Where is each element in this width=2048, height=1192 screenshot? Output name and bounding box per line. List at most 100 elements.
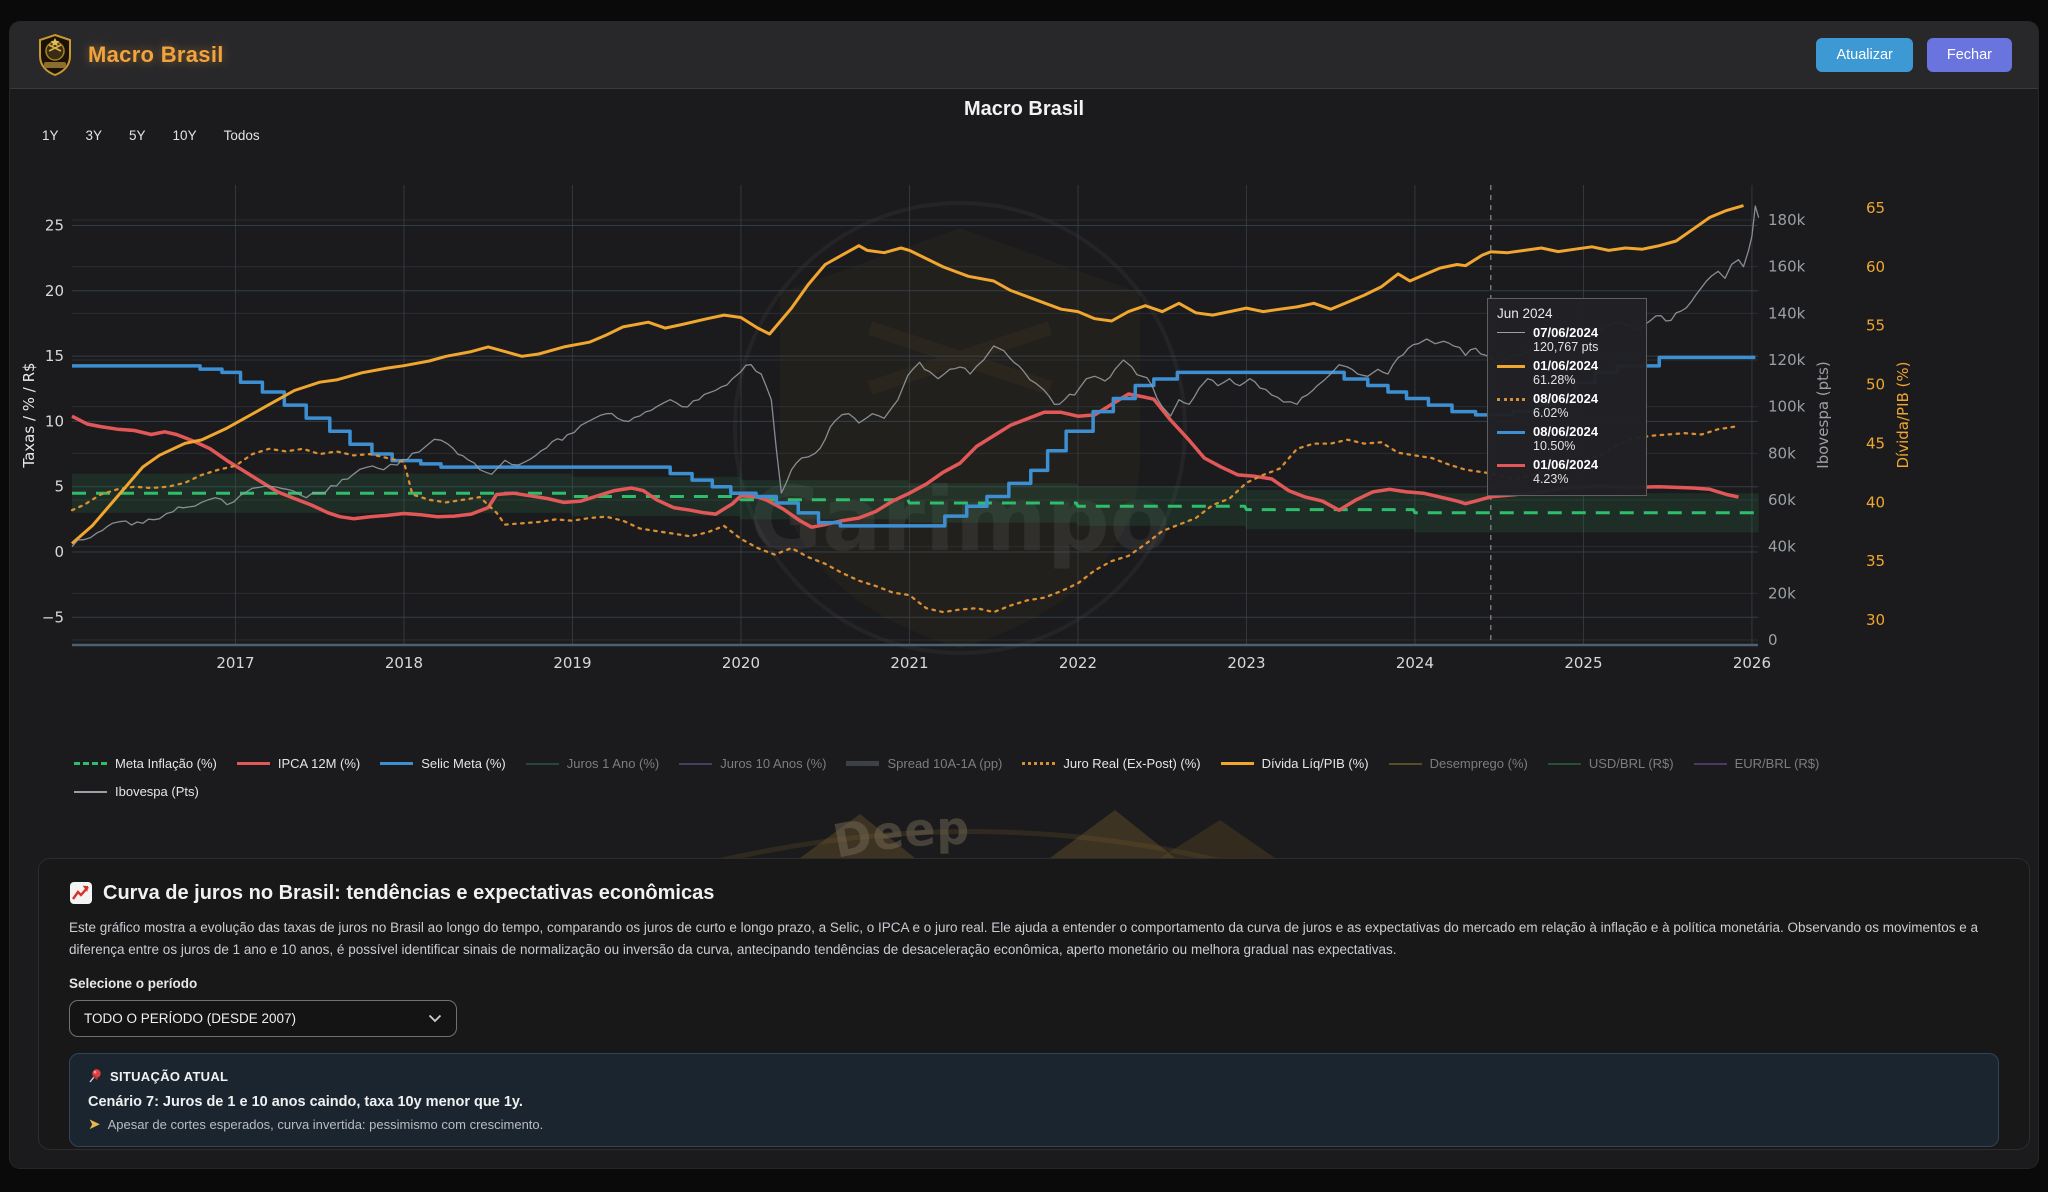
legend-item[interactable]: Juros 1 Ano (%) (526, 756, 660, 771)
legend-swatch-icon (679, 763, 712, 765)
info-panel: Curva de juros no Brasil: tendências e e… (38, 858, 2030, 1150)
situation-heading: SITUAÇÃO ATUAL (110, 1069, 228, 1084)
tooltip-swatch-icon (1497, 398, 1525, 401)
legend-item[interactable]: Selic Meta (%) (380, 756, 506, 771)
legend-item[interactable]: Dívida Líq/PIB (%) (1221, 756, 1369, 771)
situation-scenario: Cenário 7: Juros de 1 e 10 anos caindo, … (88, 1094, 1980, 1110)
left-axis-tick: 20 (45, 282, 64, 300)
legend-swatch-icon (1022, 762, 1055, 765)
page: Macro Brasil Atualizar Fechar GarimpoDee… (0, 0, 2048, 1192)
range-button-3y[interactable]: 3Y (86, 128, 103, 143)
range-button-1y[interactable]: 1Y (42, 128, 59, 143)
legend-label: Juros 1 Ano (%) (567, 756, 660, 771)
divida-axis-tick: 55 (1866, 317, 1885, 335)
pointing-hand-icon: ➤ (88, 1117, 101, 1132)
tooltip-swatch-icon (1497, 464, 1525, 467)
legend-label: Ibovespa (Pts) (115, 784, 199, 799)
legend-label: Spread 10A-1A (pp) (887, 756, 1002, 771)
situation-heading-row: SITUAÇÃO ATUAL (88, 1068, 1980, 1084)
legend-item[interactable]: Desemprego (%) (1389, 756, 1528, 771)
refresh-button[interactable]: Atualizar (1816, 38, 1912, 72)
legend-swatch-icon (380, 762, 413, 765)
current-situation-box: SITUAÇÃO ATUAL Cenário 7: Juros de 1 e 1… (69, 1053, 1999, 1147)
x-axis-tick: 2018 (385, 654, 423, 672)
ibovespa-axis-tick: 120k (1768, 351, 1806, 369)
tooltip-swatch-icon (1497, 431, 1525, 434)
ibovespa-axis-tick: 180k (1768, 211, 1806, 229)
section-paragraph: Este gráfico mostra a evolução das taxas… (69, 917, 1999, 960)
range-button-5y[interactable]: 5Y (129, 128, 146, 143)
legend-swatch-icon (237, 762, 270, 765)
tooltip-title: Jun 2024 (1497, 306, 1637, 321)
divida-axis-tick: 45 (1866, 434, 1885, 452)
ibovespa-axis-tick: 140k (1768, 304, 1806, 322)
legend-item[interactable]: Juros 10 Anos (%) (679, 756, 826, 771)
chart-up-emoji-icon (69, 881, 93, 905)
tooltip-row: 01/06/202461.28% (1497, 358, 1637, 387)
chart-section: GarimpoDeep 2520151050−5180k160k140k120k… (10, 88, 2038, 858)
tooltip-date: 01/06/2024 (1533, 457, 1637, 472)
divida-axis-title: Dívida/PIB (%) (1894, 361, 1912, 468)
legend-label: Dívida Líq/PIB (%) (1262, 756, 1369, 771)
tooltip-date: 08/06/2024 (1533, 391, 1637, 406)
legend-item[interactable]: Juro Real (Ex-Post) (%) (1022, 756, 1200, 771)
ibovespa-axis-tick: 0 (1768, 631, 1778, 649)
tooltip-swatch-icon (1497, 332, 1525, 333)
app-card: Macro Brasil Atualizar Fechar GarimpoDee… (10, 22, 2038, 1168)
legend-item[interactable]: Spread 10A-1A (pp) (846, 756, 1002, 771)
left-axis-tick: 10 (45, 412, 64, 430)
legend-item[interactable]: IPCA 12M (%) (237, 756, 360, 771)
period-select-value: TODO O PERÍODO (DESDE 2007) (84, 1011, 428, 1026)
ibovespa-axis-tick: 80k (1768, 444, 1796, 462)
divida-axis-tick: 30 (1866, 611, 1885, 629)
section-title-row: Curva de juros no Brasil: tendências e e… (69, 881, 1999, 905)
x-axis-tick: 2019 (553, 654, 591, 672)
divida-axis-tick: 40 (1866, 493, 1885, 511)
ibovespa-axis-tick: 100k (1768, 398, 1806, 416)
tooltip-value: 6.02% (1533, 406, 1637, 420)
left-axis-tick: 15 (45, 347, 64, 365)
divida-axis-tick: 50 (1866, 376, 1885, 394)
legend-label: Meta Inflação (%) (115, 756, 217, 771)
x-axis-tick: 2023 (1227, 654, 1265, 672)
situation-note: Apesar de cortes esperados, curva invert… (108, 1117, 544, 1132)
period-select[interactable]: TODO O PERÍODO (DESDE 2007) (69, 1000, 457, 1037)
macro-chart-plot[interactable]: 2520151050−5180k160k140k120k100k80k60k40… (10, 88, 2038, 858)
legend-label: Selic Meta (%) (421, 756, 506, 771)
legend-swatch-icon (1221, 762, 1254, 765)
x-axis-tick: 2020 (722, 654, 760, 672)
legend-label: Desemprego (%) (1430, 756, 1528, 771)
chart-title: Macro Brasil (10, 98, 2038, 121)
app-title: Macro Brasil (88, 42, 224, 68)
tooltip-value: 120,767 pts (1533, 340, 1637, 354)
tooltip-row: 08/06/20246.02% (1497, 391, 1637, 420)
tooltip-date: 07/06/2024 (1533, 325, 1637, 340)
legend-label: Juro Real (Ex-Post) (%) (1063, 756, 1200, 771)
range-button-todos[interactable]: Todos (224, 128, 260, 143)
left-axis-tick: 0 (54, 543, 64, 561)
legend-item[interactable]: Ibovespa (Pts) (74, 784, 199, 799)
legend-item[interactable]: EUR/BRL (R$) (1694, 756, 1820, 771)
situation-note-row: ➤ Apesar de cortes esperados, curva inve… (88, 1117, 1980, 1132)
legend-label: EUR/BRL (R$) (1735, 756, 1820, 771)
left-axis-tick: 25 (45, 217, 64, 235)
tooltip-date: 01/06/2024 (1533, 358, 1637, 373)
legend-swatch-icon (1694, 763, 1727, 765)
divida-axis-tick: 65 (1866, 199, 1885, 217)
divida-axis-tick: 60 (1866, 258, 1885, 276)
range-button-10y[interactable]: 10Y (173, 128, 197, 143)
garimpo-logo-icon (36, 33, 74, 77)
close-button[interactable]: Fechar (1927, 38, 2012, 72)
pushpin-icon (88, 1068, 103, 1084)
legend-swatch-icon (526, 763, 559, 765)
chart-legend: Meta Inflação (%) IPCA 12M (%) Selic Meta … (74, 756, 1894, 799)
legend-item[interactable]: Meta Inflação (%) (74, 756, 217, 771)
tooltip-row: 01/06/20244.23% (1497, 457, 1637, 486)
legend-swatch-icon (74, 762, 107, 765)
chevron-down-icon (428, 1014, 442, 1023)
ibovespa-axis-tick: 20k (1768, 584, 1796, 602)
legend-swatch-icon (846, 761, 879, 766)
tooltip-value: 61.28% (1533, 373, 1637, 387)
x-axis-tick: 2022 (1059, 654, 1097, 672)
legend-item[interactable]: USD/BRL (R$) (1548, 756, 1674, 771)
